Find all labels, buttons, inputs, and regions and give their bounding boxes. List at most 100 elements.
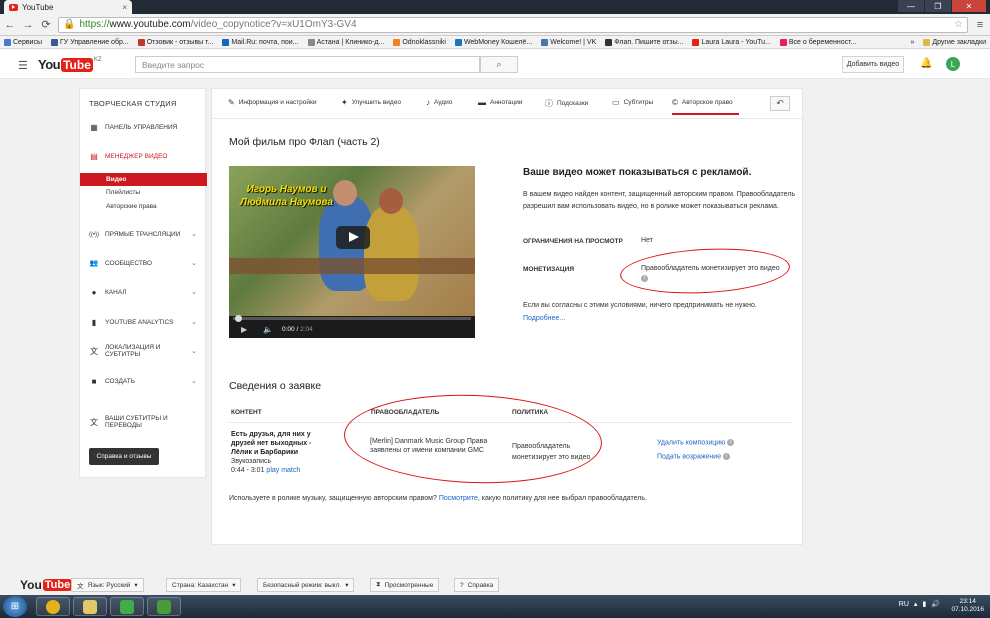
progress-bar[interactable] bbox=[233, 315, 471, 322]
utorrent-icon bbox=[157, 599, 171, 614]
search-button[interactable]: ⌕ bbox=[480, 56, 518, 73]
bookmark-item[interactable]: Mail.Ru: почта, пои... bbox=[222, 38, 299, 46]
other-bookmarks[interactable]: Другие закладки bbox=[923, 38, 986, 46]
tab-close-icon[interactable]: × bbox=[122, 3, 127, 12]
play-match-link[interactable]: play match bbox=[266, 467, 300, 474]
safe-mode-select[interactable]: Безопасный режим: выкл. ▾ bbox=[257, 578, 355, 592]
tab-info-settings[interactable]: ✎ Информация и настройки bbox=[228, 98, 317, 107]
video-player[interactable]: Игорь Наумов и Людмила Наумова ▶ 🔈 0:00 … bbox=[229, 166, 475, 338]
bookmark-item[interactable]: ГУ Управление обр... bbox=[51, 38, 129, 46]
notifications-bell-icon[interactable]: 🔔 bbox=[920, 58, 932, 69]
history-button[interactable]: ⧗ Просмотренные bbox=[370, 578, 440, 592]
sidebar-item-localization[interactable]: 文 ЛОКАЛИЗАЦИЯ И СУБТИТРЫ ⌄ bbox=[80, 343, 207, 361]
tray-arrow-icon[interactable]: ▴ bbox=[914, 600, 918, 608]
thumbnail-figure bbox=[379, 188, 403, 214]
maximize-button[interactable]: ❐ bbox=[925, 0, 951, 12]
taskbar-app-utorrent[interactable] bbox=[147, 597, 181, 616]
search-input[interactable]: Введите запрос bbox=[135, 56, 480, 73]
bookmark-item[interactable]: Сервисы bbox=[4, 38, 42, 46]
sidebar-subitem-copyright[interactable]: Авторские права bbox=[80, 200, 207, 213]
clock-date: 07.10.2016 bbox=[951, 606, 984, 613]
sidebar-item-label: КАНАЛ bbox=[105, 288, 127, 296]
dropdown-arrow-icon: ▾ bbox=[232, 582, 236, 589]
volume-icon[interactable]: 🔈 bbox=[263, 325, 273, 334]
hamburger-menu-icon[interactable]: ☰ bbox=[18, 59, 28, 72]
dispute-link[interactable]: Подать возражение bbox=[657, 453, 721, 460]
back-button[interactable]: ↶ bbox=[770, 96, 790, 111]
help-feedback-button[interactable]: Справка и отзывы bbox=[89, 448, 159, 465]
more-link[interactable]: Подробнее... bbox=[523, 315, 565, 322]
start-button[interactable]: ⊞ bbox=[3, 596, 27, 617]
annotation-circle bbox=[618, 244, 792, 298]
sidebar-item-live[interactable]: ((•)) ПРЯМЫЕ ТРАНСЛЯЦИИ ⌄ bbox=[80, 227, 207, 243]
bookmark-item[interactable]: Астана | Клинико-д... bbox=[307, 38, 384, 46]
sidebar-item-create[interactable]: ■ СОЗДАТЬ ⌄ bbox=[80, 374, 207, 390]
sidebar-item-community[interactable]: 👥 СООБЩЕСТВО ⌄ bbox=[80, 256, 207, 272]
sidebar-item-analytics[interactable]: ▮ YOUTUBE ANALYTICS ⌄ bbox=[80, 315, 207, 331]
tab-annotations[interactable]: ▬ Аннотации bbox=[478, 98, 523, 107]
avatar[interactable]: L bbox=[946, 57, 960, 71]
language-select[interactable]: 文 Язык: Русский ▾ bbox=[71, 578, 144, 592]
edit-tabs: ✎ Информация и настройки ✦ Улучшить видео … bbox=[212, 89, 804, 119]
menu-icon[interactable]: ≡ bbox=[974, 19, 986, 31]
progress-handle[interactable] bbox=[235, 315, 242, 322]
sidebar-item-video-manager[interactable]: ▤ МЕНЕДЖЕР ВИДЕО bbox=[80, 149, 207, 165]
bookmark-item[interactable]: Welcome! | VK bbox=[541, 38, 596, 46]
bookmarks-overflow[interactable]: » bbox=[910, 39, 914, 46]
input-language[interactable]: RU bbox=[899, 601, 909, 608]
network-icon[interactable]: ▮ bbox=[922, 600, 926, 608]
tab-audio[interactable]: ♪ Аудио bbox=[426, 98, 452, 107]
forward-arrow-icon[interactable]: → bbox=[22, 19, 34, 31]
taskbar-app-app-a[interactable] bbox=[110, 597, 144, 616]
play-button[interactable] bbox=[336, 226, 370, 249]
logo-you-text: You bbox=[20, 578, 42, 592]
reload-icon[interactable]: ⟳ bbox=[40, 18, 52, 31]
bookmark-star-icon[interactable]: ☆ bbox=[954, 19, 963, 30]
logo-you-text: You bbox=[38, 57, 61, 72]
info-icon[interactable]: i bbox=[723, 453, 731, 460]
country-select[interactable]: Страна: Казахстан ▾ bbox=[166, 578, 242, 592]
bookmark-item[interactable]: Отзовик - отзывы т... bbox=[137, 38, 213, 46]
clock[interactable]: 23:14 07.10.2016 bbox=[951, 598, 984, 614]
tab-copyright[interactable]: © Авторское право bbox=[672, 98, 739, 115]
browser-tab[interactable]: YouTube × bbox=[4, 0, 132, 14]
help-button[interactable]: ? Справка bbox=[454, 578, 500, 592]
footer-logo[interactable]: You Tube bbox=[20, 578, 73, 592]
system-tray: RU ▴ ▮ 🔊 bbox=[899, 600, 940, 609]
youtube-logo[interactable]: You Tube KZ bbox=[38, 57, 102, 72]
play-icon[interactable]: ▶ bbox=[241, 325, 247, 334]
taskbar-app-explorer[interactable] bbox=[73, 597, 107, 616]
sidebar-subitem-playlists[interactable]: Плейлисты bbox=[80, 186, 207, 199]
remove-song-action[interactable]: Удалить композицию i bbox=[657, 439, 735, 446]
upload-video-button[interactable]: Добавить видео bbox=[842, 56, 904, 73]
tab-enhancements[interactable]: ✦ Улучшить видео bbox=[341, 98, 401, 107]
minimize-button[interactable]: — bbox=[898, 0, 924, 12]
bookmark-item[interactable]: Laura Laura - YouTu... bbox=[692, 38, 771, 46]
sidebar-item-dashboard[interactable]: ▦ ПАНЕЛЬ УПРАВЛЕНИЯ bbox=[80, 120, 207, 136]
music-note-link[interactable]: Посмотрите bbox=[439, 495, 478, 502]
dispute-action[interactable]: Подать возражение i bbox=[657, 453, 731, 460]
tab-cards[interactable]: ⓘ Подсказки bbox=[545, 98, 588, 109]
bookmark-label: ГУ Управление обр... bbox=[60, 38, 129, 46]
bookmark-item[interactable]: Все о беременност... bbox=[779, 38, 856, 46]
tab-subtitles[interactable]: ▭ Субтитры bbox=[612, 98, 653, 107]
sidebar-item-your-subtitles[interactable]: 文 ВАШИ СУБТИТРЫ И ПЕРЕВОДЫ bbox=[80, 414, 207, 432]
sidebar-item-label: ПАНЕЛЬ УПРАВЛЕНИЯ bbox=[105, 123, 178, 131]
chevron-down-icon: ⌄ bbox=[191, 319, 197, 327]
sidebar-subitem-videos[interactable]: Видео bbox=[80, 173, 207, 186]
help-icon: ? bbox=[460, 581, 464, 589]
back-arrow-icon[interactable]: ← bbox=[4, 19, 16, 31]
info-icon[interactable]: i bbox=[727, 439, 735, 446]
bookmark-item[interactable]: Odnoklassniki bbox=[393, 38, 446, 46]
monetization-label: МОНЕТИЗАЦИЯ bbox=[523, 266, 575, 273]
bookmark-item[interactable]: Флап. Пишите отзы... bbox=[605, 38, 683, 46]
url-field[interactable]: 🔒 https://www.youtube.com/video_copynoti… bbox=[58, 16, 968, 33]
bookmark-item[interactable]: WebMoney Кошелё... bbox=[454, 38, 532, 46]
magic-wand-icon: ✦ bbox=[341, 98, 348, 107]
volume-tray-icon[interactable]: 🔊 bbox=[931, 600, 940, 608]
remove-song-link[interactable]: Удалить композицию bbox=[657, 439, 725, 446]
taskbar-app-chrome[interactable] bbox=[36, 597, 70, 616]
sidebar-item-channel[interactable]: ● КАНАЛ ⌄ bbox=[80, 285, 207, 301]
tab-label: Аннотации bbox=[490, 99, 523, 106]
close-window-button[interactable]: ✕ bbox=[952, 0, 986, 12]
